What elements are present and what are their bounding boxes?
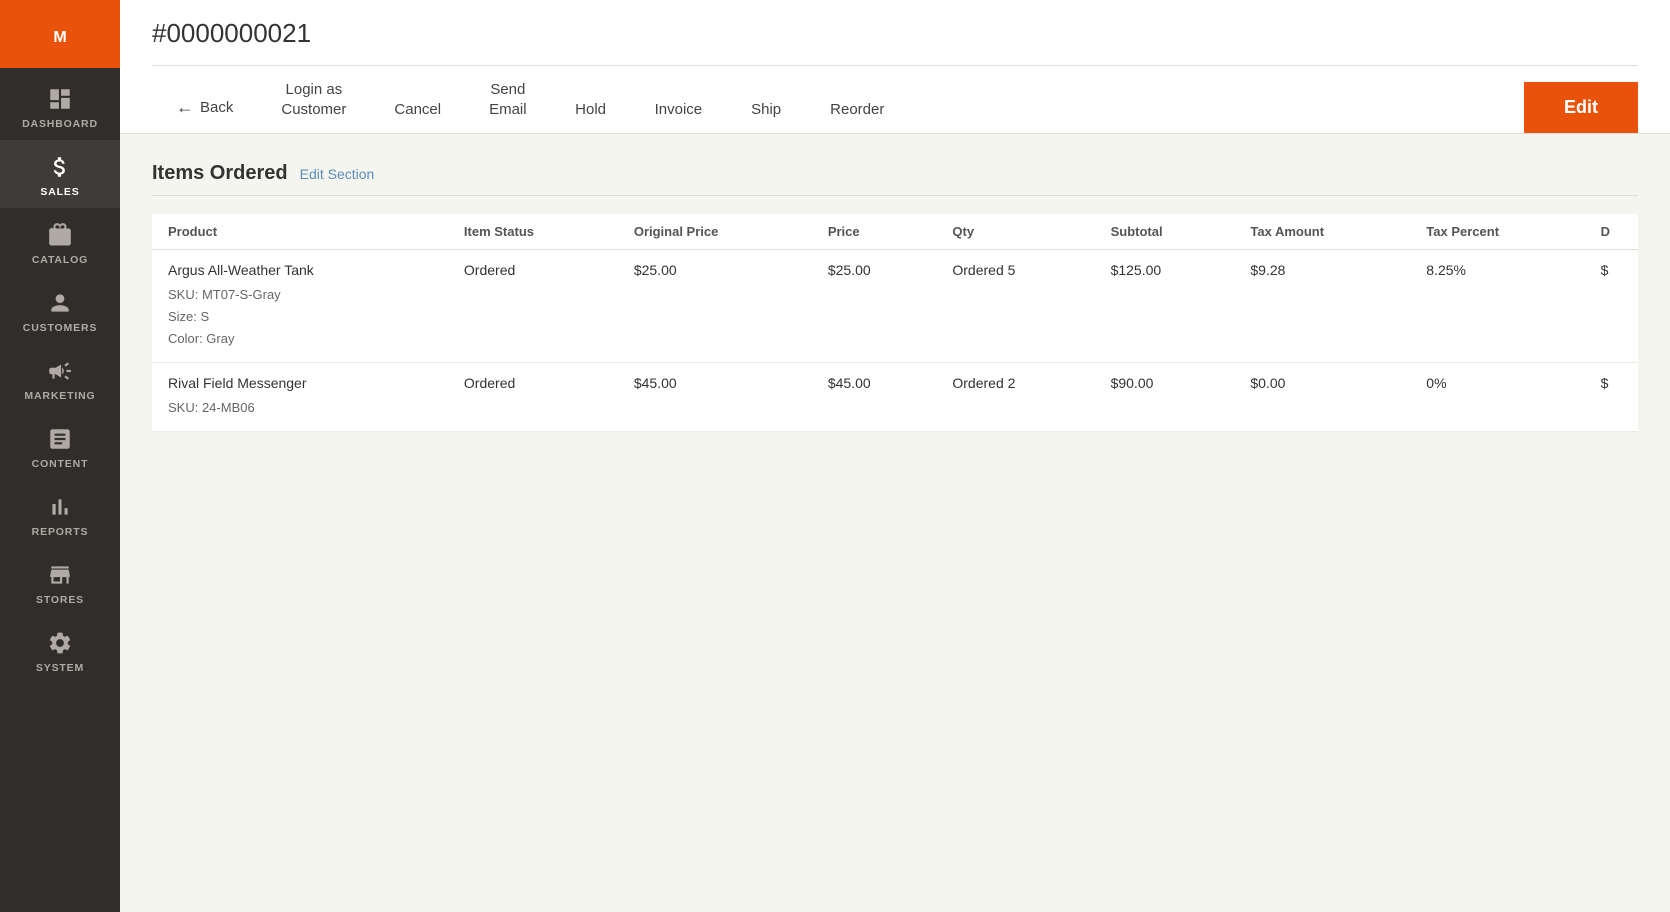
- page-header: #0000000021 ← Back Login asCustomer Canc…: [120, 0, 1670, 134]
- login-as-customer-button[interactable]: Login asCustomer: [257, 66, 370, 133]
- product-name: Rival Field Messenger: [168, 375, 432, 391]
- price-cell: $45.00: [812, 363, 937, 432]
- sidebar-item-marketing[interactable]: MARKETING: [0, 344, 120, 412]
- col-discount: D: [1585, 214, 1638, 250]
- tax-percent-cell: 0%: [1410, 363, 1584, 432]
- col-product: Product: [152, 214, 448, 250]
- items-ordered-table: Product Item Status Original Price Price…: [152, 214, 1638, 432]
- section-title: Items Ordered: [152, 162, 288, 185]
- tax-percent-cell: 8.25%: [1410, 250, 1584, 363]
- original-price-cell: $25.00: [618, 250, 812, 363]
- sidebar-logo: M: [0, 0, 120, 68]
- hold-button[interactable]: Hold: [551, 86, 631, 134]
- invoice-button[interactable]: Invoice: [631, 86, 727, 134]
- items-ordered-section-header: Items Ordered Edit Section: [152, 162, 1638, 196]
- catalog-icon: [47, 222, 73, 248]
- col-original-price: Original Price: [618, 214, 812, 250]
- back-button[interactable]: ← Back: [152, 82, 257, 133]
- sidebar-item-reports[interactable]: REPORTS: [0, 480, 120, 548]
- col-subtotal: Subtotal: [1095, 214, 1235, 250]
- sidebar-item-content[interactable]: CONTENT: [0, 412, 120, 480]
- edit-section-link[interactable]: Edit Section: [300, 166, 375, 182]
- sidebar-item-stores[interactable]: STORES: [0, 548, 120, 616]
- col-item-status: Item Status: [448, 214, 618, 250]
- subtotal-cell: $125.00: [1095, 250, 1235, 363]
- qty-cell: Ordered 5: [936, 250, 1094, 363]
- tax-amount-cell: $0.00: [1234, 363, 1410, 432]
- sidebar-item-customers[interactable]: CUSTOMERS: [0, 276, 120, 344]
- system-icon: [47, 630, 73, 656]
- original-price-cell: $45.00: [618, 363, 812, 432]
- subtotal-cell: $90.00: [1095, 363, 1235, 432]
- toolbar: ← Back Login asCustomer Cancel SendEmail…: [152, 65, 1638, 133]
- back-arrow-icon: ←: [176, 96, 194, 119]
- customers-icon: [47, 290, 73, 316]
- sidebar-item-system[interactable]: SYSTEM: [0, 616, 120, 684]
- table-row: Argus All-Weather Tank SKU: MT07-S-Gray …: [152, 250, 1638, 363]
- svg-text:M: M: [53, 29, 66, 46]
- sales-icon: [47, 154, 73, 180]
- sidebar-item-catalog[interactable]: CATALOG: [0, 208, 120, 276]
- send-email-button[interactable]: SendEmail: [465, 66, 551, 133]
- col-tax-percent: Tax Percent: [1410, 214, 1584, 250]
- product-meta: SKU: MT07-S-Gray Size: S Color: Gray: [168, 284, 432, 350]
- main-content: #0000000021 ← Back Login asCustomer Canc…: [120, 0, 1670, 912]
- table-header-row: Product Item Status Original Price Price…: [152, 214, 1638, 250]
- stores-icon: [47, 562, 73, 588]
- edit-button[interactable]: Edit: [1524, 82, 1638, 133]
- product-name: Argus All-Weather Tank: [168, 262, 432, 278]
- table-row: Rival Field Messenger SKU: 24-MB06 Order…: [152, 363, 1638, 432]
- order-id: #0000000021: [152, 18, 1638, 49]
- tax-amount-cell: $9.28: [1234, 250, 1410, 363]
- ship-button[interactable]: Ship: [726, 86, 806, 134]
- discount-cell: $: [1585, 250, 1638, 363]
- login-as-customer-label: Login asCustomer: [281, 80, 346, 119]
- qty-cell: Ordered 2: [936, 363, 1094, 432]
- marketing-icon: [47, 358, 73, 384]
- reports-icon: [47, 494, 73, 520]
- item-status-cell: Ordered: [448, 250, 618, 363]
- sidebar-item-dashboard[interactable]: DASHBOARD: [0, 72, 120, 140]
- content-icon: [47, 426, 73, 452]
- item-status-cell: Ordered: [448, 363, 618, 432]
- magento-logo-icon: M: [38, 14, 82, 58]
- col-tax-amount: Tax Amount: [1234, 214, 1410, 250]
- dashboard-icon: [47, 86, 73, 112]
- reorder-button[interactable]: Reorder: [806, 86, 908, 134]
- product-cell: Rival Field Messenger SKU: 24-MB06: [152, 363, 448, 432]
- sidebar: M DASHBOARD SALES CATALOG CUSTOMERS MARK: [0, 0, 120, 912]
- discount-cell: $: [1585, 363, 1638, 432]
- content-area: Items Ordered Edit Section Product Item …: [120, 134, 1670, 912]
- price-cell: $25.00: [812, 250, 937, 363]
- sidebar-item-sales[interactable]: SALES: [0, 140, 120, 208]
- send-email-label: SendEmail: [489, 80, 527, 119]
- product-cell: Argus All-Weather Tank SKU: MT07-S-Gray …: [152, 250, 448, 363]
- product-meta: SKU: 24-MB06: [168, 397, 432, 419]
- col-qty: Qty: [936, 214, 1094, 250]
- col-price: Price: [812, 214, 937, 250]
- cancel-button[interactable]: Cancel: [370, 86, 465, 134]
